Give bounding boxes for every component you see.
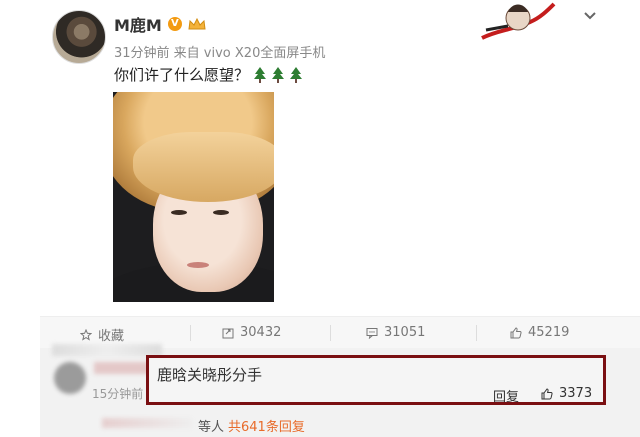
reply-summary: 等人 共641条回复	[198, 416, 305, 435]
comment-like-button[interactable]: 3373	[541, 386, 592, 401]
poster-avatar[interactable]	[52, 10, 106, 64]
divider	[330, 325, 331, 341]
photo-lips	[187, 262, 209, 268]
chevron-down-icon[interactable]	[582, 8, 598, 24]
divider	[476, 325, 477, 341]
commenter-avatar[interactable]	[54, 362, 86, 394]
reply-count-link[interactable]: 共641条回复	[228, 416, 305, 435]
comment-text: 鹿晗关晓彤分手	[157, 366, 263, 384]
thumbs-up-icon	[510, 326, 522, 339]
blurred-replier-names	[102, 418, 192, 428]
comment-like-count: 3373	[559, 386, 593, 401]
like-count: 45219	[528, 325, 570, 340]
commenter-name-blurred[interactable]	[94, 362, 152, 374]
favorite-label: 收藏	[98, 329, 125, 344]
highlighted-comment: 鹿晗关晓彤分手 回复 3373	[146, 355, 606, 405]
photo-fringe	[133, 132, 274, 202]
reply-button[interactable]: 回复	[493, 386, 519, 405]
tree-icon	[253, 66, 267, 84]
photo-eye	[213, 210, 229, 215]
verified-badge-icon: V	[167, 17, 182, 31]
comment-button[interactable]: 31051	[366, 325, 425, 340]
repost-count: 30432	[240, 325, 282, 340]
like-button[interactable]: 45219	[510, 325, 569, 340]
post-content: 你们许了什么愿望？	[114, 64, 303, 85]
post-photo[interactable]	[113, 92, 274, 302]
share-icon	[222, 327, 234, 339]
tree-icon	[289, 66, 303, 84]
divider	[190, 325, 191, 341]
photo-eye	[171, 210, 187, 215]
crown-icon	[188, 18, 206, 30]
comment-count: 31051	[384, 325, 426, 340]
repost-button[interactable]: 30432	[222, 325, 281, 340]
profile-decoration	[478, 0, 558, 44]
tree-icon	[271, 66, 285, 84]
thumbs-up-icon	[541, 387, 553, 400]
favorite-button[interactable]: 收藏	[79, 325, 125, 344]
post-text: 你们许了什么愿望？	[114, 66, 250, 84]
comment-time: 15分钟前	[92, 387, 144, 401]
post-header: M鹿M V	[114, 12, 206, 36]
reply-summary-prefix: 等人	[198, 420, 225, 435]
reply-summary-row[interactable]: 等人 共641条回复	[100, 414, 620, 435]
username[interactable]: M鹿M	[114, 12, 162, 36]
post-meta: 31分钟前 来自 vivo X20全面屏手机	[114, 46, 326, 61]
comment-icon	[366, 327, 378, 339]
star-icon	[79, 328, 93, 341]
